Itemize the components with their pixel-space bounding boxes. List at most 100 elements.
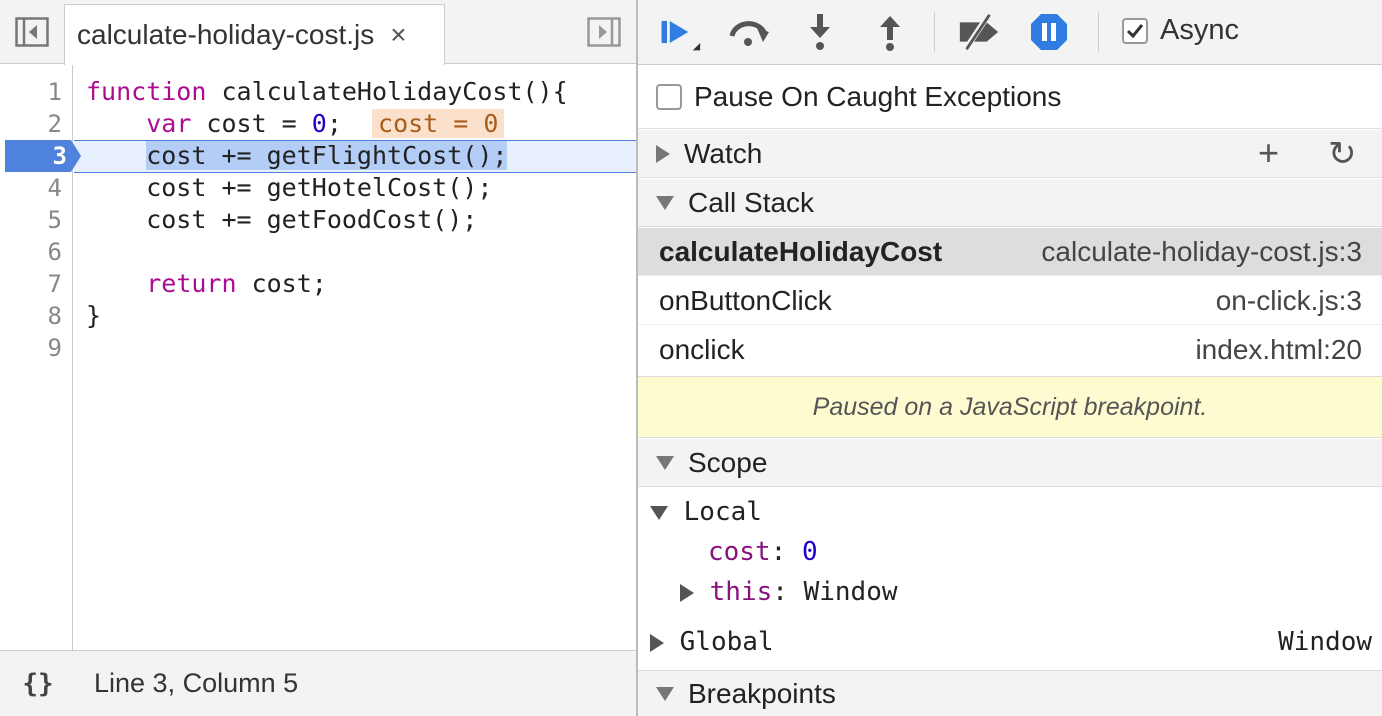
code-line-4: cost += getHotelCost(); (86, 173, 493, 202)
call-stack-title: Call Stack (688, 186, 815, 218)
code-line-8: } (86, 301, 102, 330)
number-literal: 0 (311, 109, 327, 138)
line-number[interactable]: 4 (2, 172, 62, 204)
scope-section-header[interactable]: Scope (638, 439, 1382, 487)
collapse-triangle-icon (650, 505, 668, 520)
pause-on-exceptions-icon (1031, 14, 1067, 50)
resume-button[interactable] (656, 10, 702, 54)
toggle-debugger-sidebar-button[interactable] (586, 16, 622, 48)
async-label[interactable]: Async (1160, 14, 1239, 47)
code-line-1: function calculateHolidayCost(){ (86, 76, 568, 108)
property-value: Window (803, 577, 898, 607)
call-stack-frame[interactable]: calculateHolidayCost calculate-holiday-c… (638, 228, 1382, 276)
keyword: function (86, 77, 207, 106)
pause-on-caught-exceptions-checkbox[interactable] (656, 83, 682, 110)
call-stack-frame[interactable]: onButtonClick on-click.js:3 (638, 277, 1382, 325)
refresh-icon[interactable]: ↻ (1328, 134, 1357, 174)
collapse-triangle-icon (656, 195, 674, 210)
editor-pane: calculate-holiday-cost.js × 1 2 4 5 6 7 … (0, 0, 636, 716)
call-stack-frame[interactable]: onclick index.html:20 (638, 326, 1382, 374)
frame-location[interactable]: index.html:20 (1195, 334, 1362, 366)
line-number[interactable]: 1 (2, 76, 62, 108)
keyword: var (146, 109, 192, 138)
scope-property-row[interactable]: this: Window (638, 572, 1382, 612)
step-into-button[interactable] (797, 10, 843, 54)
frame-function: onButtonClick (659, 284, 832, 316)
line-number[interactable]: 7 (2, 268, 62, 300)
scope-global-row[interactable]: Global Window (638, 622, 1382, 662)
code-line-2: var cost = 0; cost = 0 (86, 108, 505, 140)
expand-triangle-icon (680, 583, 694, 602)
current-line-number: 3 (52, 142, 67, 170)
toggle-navigator-button[interactable] (14, 16, 50, 48)
selected-code: cost += getFlightCost(); (146, 141, 508, 170)
editor-tab-bar: calculate-holiday-cost.js × (0, 0, 636, 65)
step-out-icon (880, 16, 900, 51)
breakpoints-title: Breakpoints (688, 678, 836, 709)
property-name: this (709, 577, 773, 607)
cursor-position: Line 3, Column 5 (94, 668, 299, 698)
pause-on-exceptions-button[interactable] (1026, 10, 1072, 54)
line-number[interactable]: 5 (2, 204, 62, 236)
paused-status-message: Paused on a JavaScript breakpoint. (638, 376, 1382, 438)
code-line-5: cost += getFoodCost(); (86, 205, 478, 234)
sidebar-left-icon (15, 17, 49, 47)
close-icon[interactable]: × (390, 21, 406, 49)
watch-title: Watch (684, 137, 763, 169)
expand-triangle-icon (656, 144, 670, 163)
call-stack-section-header[interactable]: Call Stack (638, 179, 1382, 227)
async-checkbox[interactable] (1122, 18, 1148, 44)
frame-location[interactable]: calculate-holiday-cost.js:3 (1041, 236, 1362, 268)
watch-section-header[interactable]: Watch + ↻ (638, 130, 1382, 178)
deactivate-breakpoints-icon (959, 13, 999, 51)
pause-on-caught-exceptions-row: Pause On Caught Exceptions (638, 65, 1382, 129)
property-separator: : (772, 577, 804, 607)
code-text: calculateHolidayCost(){ (206, 77, 568, 106)
property-name: cost (708, 537, 771, 567)
sidebar-right-icon (587, 17, 621, 47)
step-out-button[interactable] (867, 10, 913, 54)
step-over-icon (729, 21, 769, 46)
scope-title: Scope (688, 446, 768, 478)
line-number[interactable]: 6 (2, 236, 62, 268)
frame-function: calculateHolidayCost (659, 235, 943, 267)
debugger-sidebar: Async Pause On Caught Exceptions Watch +… (638, 0, 1382, 716)
step-into-icon (810, 14, 830, 50)
pretty-print-button[interactable]: {} (0, 669, 76, 699)
breakpoint-marker[interactable]: 3 (5, 140, 81, 172)
line-number[interactable]: 8 (2, 300, 62, 332)
debugger-toolbar: Async (638, 0, 1382, 65)
scope-local-row[interactable]: Local (638, 492, 1382, 532)
inline-variable-value: cost = 0 (372, 109, 505, 138)
scope-local-label: Local (683, 497, 762, 527)
line-number[interactable]: 9 (2, 332, 62, 364)
line-number[interactable]: 2 (2, 108, 62, 140)
frame-function: onclick (659, 334, 745, 365)
scope-global-value: Window (1278, 627, 1372, 657)
code-editor[interactable]: 1 2 4 5 6 7 8 9 3 function calculateHoli… (0, 65, 636, 650)
editor-status-bar: {} Line 3, Column 5 (0, 650, 636, 716)
scope-property-row[interactable]: cost: 0 (638, 532, 1382, 572)
code-text: cost = (191, 109, 312, 138)
keyword: return (146, 269, 237, 298)
breakpoints-section-header[interactable]: Breakpoints (638, 670, 1382, 716)
expand-triangle-icon (650, 633, 664, 652)
file-tab[interactable]: calculate-holiday-cost.js × (64, 4, 445, 65)
toolbar-separator (1098, 12, 1099, 52)
code-line-7: return cost; (86, 268, 327, 300)
scope-global-label: Global (679, 627, 774, 657)
code-text: cost; (236, 269, 327, 298)
frame-location[interactable]: on-click.js:3 (1216, 285, 1362, 317)
code-line-3: cost += getFlightCost(); (86, 140, 508, 172)
code-text: ; (326, 109, 373, 138)
pause-on-caught-exceptions-label[interactable]: Pause On Caught Exceptions (694, 81, 1061, 113)
step-over-button[interactable] (726, 10, 772, 54)
property-separator: : (770, 537, 802, 567)
file-tab-label: calculate-holiday-cost.js (77, 19, 375, 50)
deactivate-breakpoints-button[interactable] (956, 10, 1002, 54)
add-watch-icon[interactable]: + (1258, 132, 1279, 174)
collapse-triangle-icon (656, 455, 674, 470)
property-value[interactable]: 0 (802, 537, 818, 567)
